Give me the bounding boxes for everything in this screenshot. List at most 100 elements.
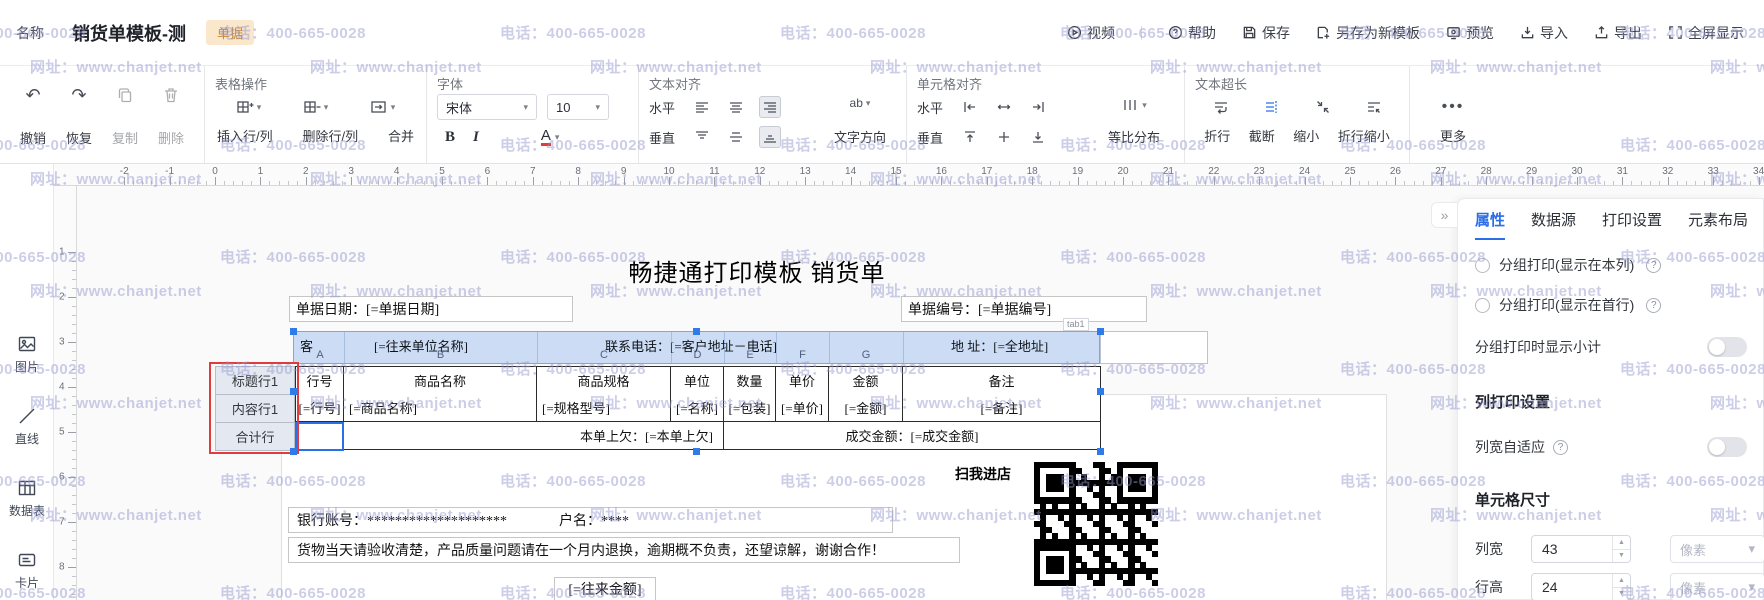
total-left-cell[interactable]: 本单上欠：[=本单上欠] (344, 422, 724, 450)
qr-code[interactable] (1034, 462, 1158, 586)
valign-bottom-button[interactable] (759, 126, 781, 148)
selection-handle[interactable] (693, 328, 700, 335)
merge-cells-label[interactable]: 合并 (388, 126, 414, 145)
field-cell[interactable]: [=行号] (296, 394, 344, 422)
tab-element-layout[interactable]: 元素布局 (1688, 209, 1748, 240)
delete-row-col-label[interactable]: 删除行/列 (302, 126, 358, 145)
header-cell[interactable]: 金额 (829, 367, 903, 395)
font-size-select[interactable]: 10▾ (547, 94, 609, 120)
shrink-button[interactable] (1312, 96, 1334, 118)
font-family-select[interactable]: 宋体▾ (437, 94, 537, 120)
header-cell[interactable]: 单位 (671, 367, 724, 395)
sidebar-item-line[interactable]: 直线 (0, 406, 54, 447)
band-extra-cell[interactable] (1100, 331, 1208, 364)
row-height-stepper[interactable]: 24 ▲▼ (1531, 573, 1631, 600)
delete-row-col-button[interactable]: ▾ (303, 98, 329, 116)
col-width-unit-select[interactable]: 像素▾ (1670, 535, 1764, 563)
step-down-icon[interactable]: ▼ (1613, 550, 1630, 563)
cell-halign-center-button[interactable] (993, 96, 1015, 118)
help-circle-icon[interactable]: ? (1646, 258, 1661, 273)
insert-row-col-label[interactable]: 插入行/列 (217, 126, 273, 145)
save-as-new-button[interactable]: 另存为新模板 (1316, 23, 1420, 43)
halign-left-button[interactable] (691, 96, 713, 118)
shrink-label[interactable]: 缩小 (1293, 126, 1319, 145)
merge-cells-button[interactable]: ▾ (370, 98, 396, 116)
distribute-button[interactable]: ▾ (1121, 96, 1147, 114)
field-cell[interactable]: [=商品名称] (344, 394, 537, 422)
sidebar-item-data-table[interactable]: 数据表 (0, 478, 54, 519)
valign-top-button[interactable] (691, 126, 713, 148)
selection-handle[interactable] (1097, 388, 1104, 395)
more-label[interactable]: 更多 (1440, 122, 1466, 145)
tab-print-settings[interactable]: 打印设置 (1602, 209, 1662, 240)
column-letter[interactable]: C (537, 348, 671, 363)
help-button[interactable]: 帮助 (1168, 23, 1216, 43)
selection-handle[interactable] (1097, 328, 1104, 335)
video-button[interactable]: 视频 (1067, 23, 1115, 43)
header-cell[interactable]: 备注 (903, 367, 1101, 395)
field-cell[interactable]: [=规格型号] (537, 394, 671, 422)
more-button[interactable]: ••• (1442, 92, 1465, 122)
truncate-button[interactable] (1261, 96, 1283, 118)
help-circle-icon[interactable]: ? (1646, 298, 1661, 313)
field-cell[interactable]: [=名称] (671, 394, 724, 422)
bank-row[interactable]: 银行账号：******************** 户名：**** (288, 507, 893, 533)
bold-button[interactable]: B (445, 129, 455, 146)
doc-date-field[interactable]: 单据日期：[=单据日期] (289, 296, 573, 322)
distribute-label[interactable]: 等比分布 (1108, 127, 1160, 146)
truncate-label[interactable]: 截断 (1249, 126, 1275, 145)
selection-handle[interactable] (693, 448, 700, 455)
col-width-stepper[interactable]: 43 ▲▼ (1531, 535, 1631, 563)
field-cell[interactable]: [=单价] (776, 394, 829, 422)
fullscreen-button[interactable]: 全屏显示 (1668, 23, 1744, 43)
table-header-band[interactable]: 客 [=往来单位名称] 联系电话：[=客户地址－电话] 地 址：[=全地址] A… (293, 331, 1100, 364)
tab-properties[interactable]: 属性 (1475, 209, 1505, 240)
cell-halign-right-button[interactable] (1027, 96, 1049, 118)
step-up-icon[interactable]: ▲ (1613, 574, 1630, 588)
group-print-firstrow-radio[interactable] (1475, 298, 1490, 313)
column-letter[interactable]: F (776, 348, 829, 363)
valign-middle-button[interactable] (725, 126, 747, 148)
delete-button[interactable]: 删除 (148, 80, 194, 157)
copy-button[interactable]: 复制 (102, 80, 148, 157)
halign-center-button[interactable] (725, 96, 747, 118)
wrap-shrink-label[interactable]: 折行缩小 (1338, 126, 1390, 145)
field-cell[interactable]: [=包装] (724, 394, 776, 422)
sidebar-item-image[interactable]: 图片 (0, 334, 54, 375)
doc-number-field[interactable]: 单据编号：[=单据编号] (901, 296, 1147, 322)
italic-button[interactable]: I (473, 129, 479, 146)
row-label-content[interactable]: 内容行1 (216, 395, 295, 423)
cell-valign-top-button[interactable] (959, 126, 981, 148)
selection-handle[interactable] (290, 328, 297, 335)
wrap-button[interactable] (1210, 96, 1232, 118)
help-circle-icon[interactable]: ? (1553, 440, 1568, 455)
header-cell[interactable]: 行号 (296, 367, 344, 395)
wrap-label[interactable]: 折行 (1204, 126, 1230, 145)
insert-row-col-button[interactable]: ▾ (236, 98, 262, 116)
panel-collapse-button[interactable]: » (1431, 202, 1457, 228)
column-letter[interactable]: E (724, 348, 776, 363)
column-letter[interactable]: G (829, 348, 903, 363)
row-label-title[interactable]: 标题行1 (216, 367, 295, 395)
autofit-toggle[interactable] (1707, 437, 1747, 457)
amount-field[interactable]: [=往来金额] (554, 577, 656, 600)
selection-handle[interactable] (290, 388, 297, 395)
template-title-block[interactable]: 畅捷通打印模板 销货单 (454, 253, 1060, 288)
qr-caption[interactable]: 扫我进店 (955, 464, 1011, 484)
notice-row[interactable]: 货物当天请验收清楚，产品质量问题请在一个月内退换，逾期概不负责，还望谅解，谢谢合… (288, 537, 960, 563)
total-right-cell[interactable]: 成交金额：[=成交金额] (724, 422, 1101, 450)
export-button[interactable]: 导出 (1594, 23, 1642, 43)
header-cell[interactable]: 数量 (724, 367, 776, 395)
step-down-icon[interactable]: ▼ (1613, 588, 1630, 600)
selection-handle[interactable] (1097, 448, 1104, 455)
selection-handle[interactable] (290, 448, 297, 455)
save-button[interactable]: 保存 (1242, 23, 1290, 43)
sidebar-item-card[interactable]: 卡片 (0, 550, 54, 591)
preview-button[interactable]: 预览 (1446, 23, 1494, 43)
undo-button[interactable]: ↶ 撤销 (10, 80, 56, 157)
column-letter[interactable]: A (296, 348, 344, 363)
font-color-button[interactable]: A ▾ (541, 128, 560, 146)
tab-data-source[interactable]: 数据源 (1531, 209, 1576, 240)
group-print-column-radio[interactable] (1475, 258, 1490, 273)
step-up-icon[interactable]: ▲ (1613, 536, 1630, 550)
